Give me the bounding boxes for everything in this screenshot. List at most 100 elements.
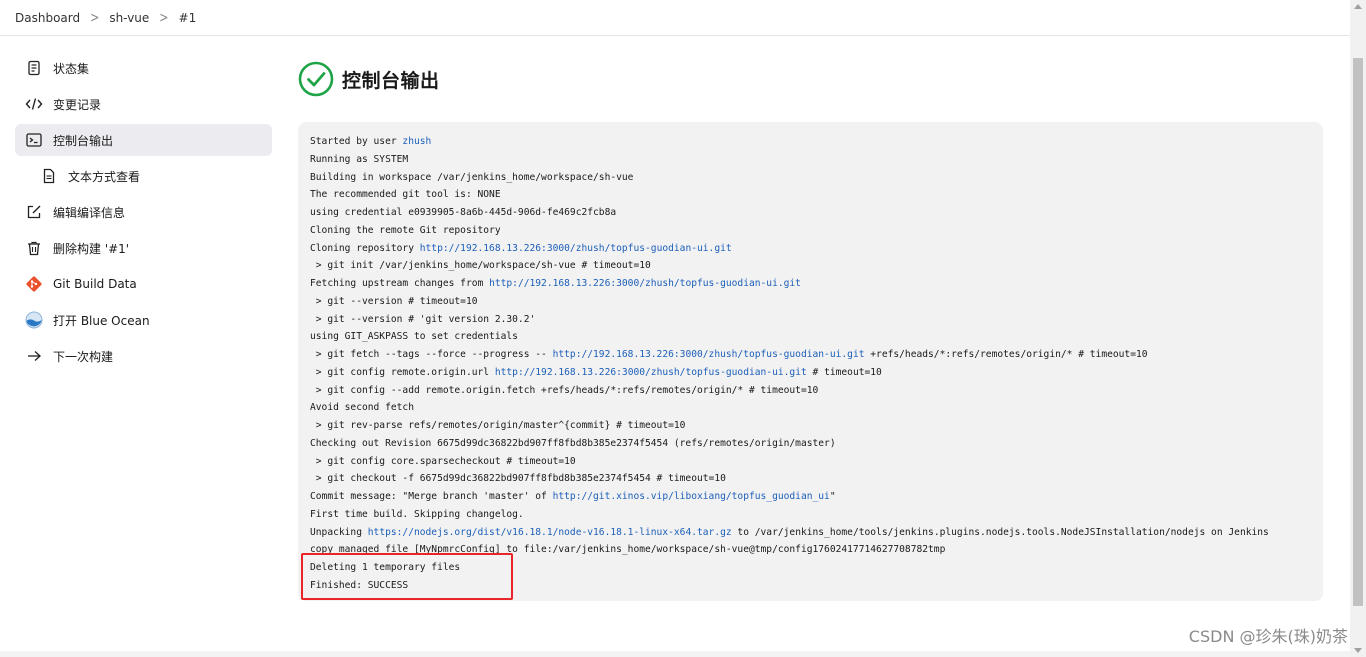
console-line: > git checkout -f 6675d99dc36822bd907ff8… — [310, 470, 1311, 488]
console-link[interactable]: zhush — [402, 136, 431, 147]
console-link[interactable]: http://192.168.13.226:3000/zhush/topfus-… — [420, 243, 732, 254]
console-text: Started by user — [310, 136, 403, 147]
document-icon — [25, 59, 43, 77]
console-text: Commit message: "Merge branch 'master' o… — [310, 491, 553, 502]
console-text: Unpacking — [310, 526, 368, 538]
vertical-scrollbar[interactable] — [1350, 0, 1366, 657]
file-text-icon — [40, 167, 58, 185]
console-line: Cloning repository http://192.168.13.226… — [310, 240, 1311, 258]
console-line: The recommended git tool is: NONE — [310, 186, 1311, 204]
sidebar-item-label: 下一次构建 — [53, 349, 114, 364]
console-line: > git init /var/jenkins_home/workspace/s… — [310, 257, 1311, 275]
arrow-right-icon — [25, 347, 43, 365]
console-line: > git --version # 'git version 2.30.2' — [310, 311, 1311, 329]
console-line: > git --version # timeout=10 — [310, 293, 1311, 311]
sidebar-item-edit-info[interactable]: 编辑编译信息 — [15, 196, 272, 228]
code-icon — [25, 95, 43, 113]
sidebar: 状态集 变更记录 控制台输出 文本方式查看 编辑编译信息 删除构建 '#1' G… — [15, 52, 272, 376]
breadcrumb-build[interactable]: #1 — [179, 11, 197, 25]
breadcrumb-dashboard[interactable]: Dashboard — [15, 11, 80, 25]
sidebar-item-label: 打开 Blue Ocean — [53, 313, 150, 328]
console-line: Checking out Revision 6675d99dc36822bd90… — [310, 435, 1311, 453]
console-text: > git fetch --tags --force --progress -- — [310, 349, 553, 360]
page-header: 控制台输出 — [298, 61, 440, 97]
watermark: CSDN @珍朱(珠)奶茶 — [1188, 627, 1348, 646]
console-line: Unpacking https://nodejs.org/dist/v16.18… — [310, 524, 1311, 542]
sidebar-item-changes[interactable]: 变更记录 — [15, 88, 272, 120]
sidebar-item-label: 编辑编译信息 — [53, 205, 126, 220]
sidebar-item-console[interactable]: 控制台输出 — [15, 124, 272, 156]
console-text: using credential e0939905-8a6b-445d-906d… — [310, 207, 617, 218]
console-line: Commit message: "Merge branch 'master' o… — [310, 488, 1311, 506]
blue-ocean-icon — [25, 311, 43, 329]
console-text: Checking out Revision 6675d99dc36822bd90… — [310, 437, 836, 449]
console-text: Avoid second fetch — [310, 402, 414, 414]
console-line: > git config remote.origin.url http://19… — [310, 364, 1311, 382]
sidebar-item-label: 状态集 — [53, 61, 90, 76]
breadcrumb-job[interactable]: sh-vue — [109, 11, 149, 25]
terminal-icon — [25, 131, 43, 149]
console-text: First time build. Skipping changelog. — [310, 508, 524, 520]
console-text: Running as SYSTEM — [310, 153, 409, 165]
console-link[interactable]: https://nodejs.org/dist/v16.18.1/node-v1… — [368, 527, 732, 538]
console-text: Cloning repository — [310, 242, 420, 254]
scrollbar-thumb[interactable] — [1353, 58, 1363, 606]
console-line: Cloning the remote Git repository — [310, 222, 1311, 240]
console-text: to /var/jenkins_home/tools/jenkins.plugi… — [731, 526, 1269, 538]
breadcrumb: Dashboard > sh-vue > #1 — [0, 0, 1350, 36]
highlight-annotation — [301, 553, 513, 600]
scroll-down-icon[interactable] — [1354, 648, 1362, 653]
git-icon — [25, 275, 43, 293]
console-line: > git config core.sparsecheckout # timeo… — [310, 453, 1311, 471]
success-check-icon — [298, 61, 334, 97]
console-line: > git config --add remote.origin.fetch +… — [310, 382, 1311, 400]
edit-icon — [25, 203, 43, 221]
chevron-right-icon: > — [159, 9, 169, 26]
console-line: > git fetch --tags --force --progress --… — [310, 346, 1311, 364]
console-text: # timeout=10 — [806, 366, 882, 378]
sidebar-item-blue-ocean[interactable]: 打开 Blue Ocean — [15, 304, 272, 336]
console-text: " — [829, 491, 836, 502]
sidebar-item-label: 变更记录 — [53, 97, 102, 112]
console-link[interactable]: http://192.168.13.226:3000/zhush/topfus-… — [495, 367, 807, 378]
sidebar-item-label: 删除构建 '#1' — [53, 241, 130, 256]
trash-icon — [25, 239, 43, 257]
console-text: +refs/heads/*:refs/remotes/origin/* # ti… — [864, 349, 1148, 360]
console-link[interactable]: http://192.168.13.226:3000/zhush/topfus-… — [553, 349, 865, 360]
console-text: > git rev-parse refs/remotes/origin/mast… — [310, 420, 686, 431]
sidebar-item-next-build[interactable]: 下一次构建 — [15, 340, 272, 372]
console-text: Building in workspace /var/jenkins_home/… — [310, 171, 634, 183]
console-line: using GIT_ASKPASS to set credentials — [310, 328, 1311, 346]
chevron-right-icon: > — [90, 9, 100, 26]
console-text: Fetching upstream changes from — [310, 278, 490, 289]
page-title: 控制台输出 — [342, 69, 440, 92]
sidebar-item-plain-text[interactable]: 文本方式查看 — [15, 160, 272, 192]
console-line: > git rev-parse refs/remotes/origin/mast… — [310, 417, 1311, 435]
console-line: using credential e0939905-8a6b-445d-906d… — [310, 204, 1311, 222]
sidebar-item-label: Git Build Data — [53, 277, 137, 291]
console-line: First time build. Skipping changelog. — [310, 506, 1311, 524]
console-line: Avoid second fetch — [310, 399, 1311, 417]
console-line: Building in workspace /var/jenkins_home/… — [310, 169, 1311, 187]
console-text: The recommended git tool is: NONE — [310, 189, 501, 201]
console-text: > git init /var/jenkins_home/workspace/s… — [310, 260, 651, 272]
scroll-up-icon[interactable] — [1354, 4, 1362, 9]
console-text: > git checkout -f 6675d99dc36822bd907ff8… — [310, 473, 726, 485]
horizontal-scrollbar — [0, 651, 1350, 657]
sidebar-item-label: 控制台输出 — [53, 133, 114, 148]
sidebar-item-status[interactable]: 状态集 — [15, 52, 272, 84]
console-text: > git --version # 'git version 2.30.2' — [310, 313, 536, 325]
console-line: Fetching upstream changes from http://19… — [310, 275, 1311, 293]
console-text: Cloning the remote Git repository — [310, 224, 501, 236]
console-text: > git config remote.origin.url — [310, 366, 495, 378]
sidebar-item-delete-build[interactable]: 删除构建 '#1' — [15, 232, 272, 264]
console-link[interactable]: http://192.168.13.226:3000/zhush/topfus-… — [489, 278, 801, 289]
console-output: Started by user zhush Running as SYSTEM Bu… — [298, 122, 1323, 601]
console-line: Started by user zhush — [310, 133, 1311, 151]
sidebar-item-label: 文本方式查看 — [68, 169, 141, 184]
console-text: > git --version # timeout=10 — [310, 295, 478, 307]
console-text: using GIT_ASKPASS to set credentials — [310, 331, 518, 343]
console-link[interactable]: http://git.xinos.vip/liboxiang/topfus_gu… — [553, 491, 830, 502]
sidebar-item-git-build-data[interactable]: Git Build Data — [15, 268, 272, 300]
console-text: > git config core.sparsecheckout # timeo… — [310, 455, 576, 467]
